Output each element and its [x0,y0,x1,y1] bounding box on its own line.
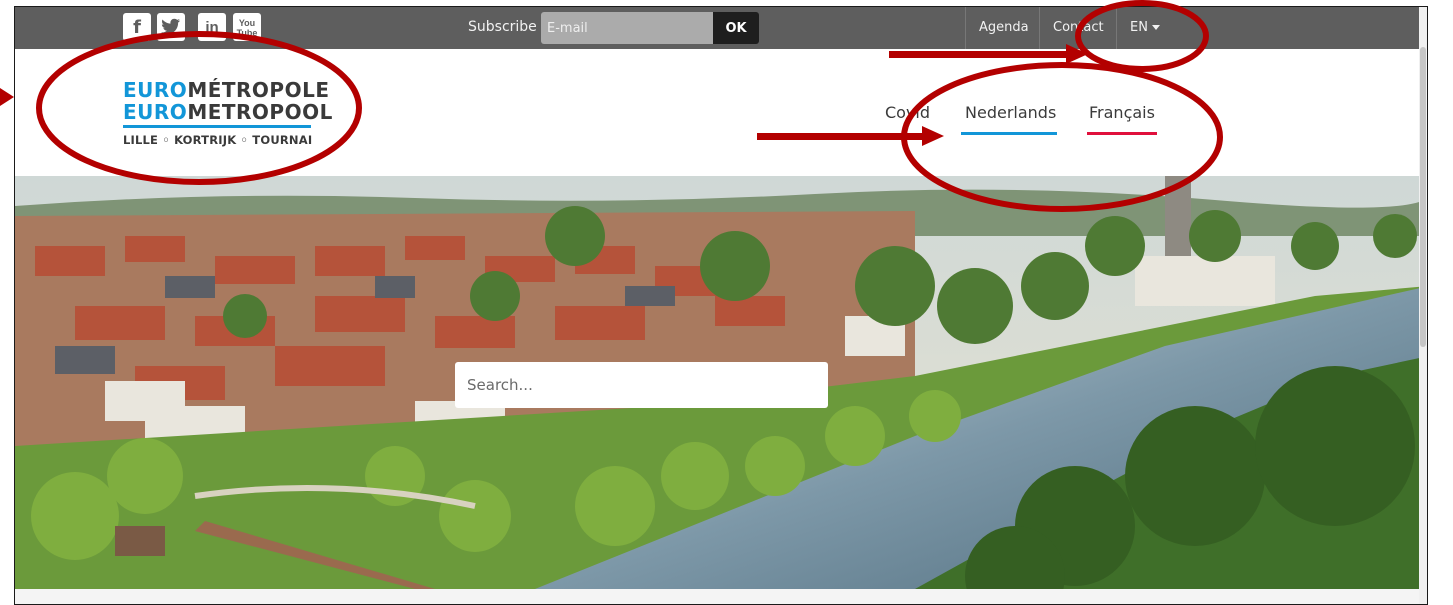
nav-nederlands[interactable]: Nederlands [965,103,1056,122]
logo-cities: LILLE ◦ KORTRIJK ◦ TOURNAI [123,133,313,147]
nav-nederlands-underline [961,132,1057,135]
twitter-icon[interactable] [157,13,185,41]
language-current: EN [1130,20,1148,35]
subscribe-ok-button[interactable]: OK [713,12,759,44]
caret-down-icon [1151,25,1160,30]
content-area-start [15,589,1427,604]
scrollbar-thumb[interactable] [1420,47,1426,347]
hero-banner [15,176,1427,589]
logo-line-fr: EUROMÉTROPOLE [123,78,330,102]
annotation-arrow-left-head [0,88,14,106]
youtube-icon[interactable]: You Tube [233,13,261,41]
nav-francais-underline [1087,132,1157,135]
contact-link[interactable]: Contact [1039,7,1117,49]
subscribe-label: Subscribe [468,19,537,35]
language-dropdown[interactable]: EN [1116,7,1173,49]
logo-rule [123,125,311,128]
linkedin-icon[interactable]: in [198,13,226,41]
agenda-link[interactable]: Agenda [965,7,1042,49]
browser-page: f in You Tube Subscribe OK Agenda Contac… [14,6,1428,605]
eurometropole-logo[interactable]: EUROMÉTROPOLE EUROMETROPOOL LILLE ◦ KORT… [123,78,333,147]
email-input[interactable] [541,12,713,44]
nav-francais[interactable]: Français [1089,103,1155,122]
scrollbar[interactable] [1419,7,1427,604]
top-bar: f in You Tube Subscribe OK Agenda Contac… [15,7,1427,49]
nav-covid[interactable]: Covid [885,103,930,122]
search-input[interactable] [455,362,828,408]
facebook-icon[interactable]: f [123,13,151,41]
logo-line-nl: EUROMETROPOOL [123,100,333,124]
annotation-arrow-left-stub [0,94,6,100]
twitter-bird-glyph [161,18,180,35]
